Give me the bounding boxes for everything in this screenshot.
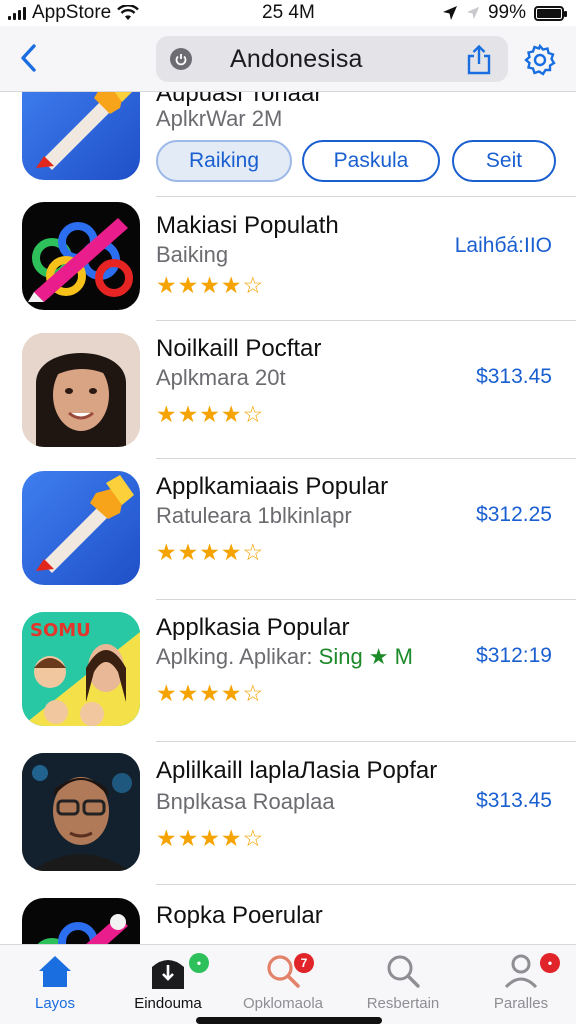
portrait-man-icon [22, 753, 140, 871]
tab-badge: • [189, 953, 209, 973]
page-title: Andonesisa [230, 44, 363, 73]
filter-chips: Raiking Paskula Seit [156, 140, 556, 182]
tab-label: Resbertain [366, 995, 440, 1012]
status-bar: AppStore 25 4M 99% [0, 0, 576, 26]
signal-icon [8, 6, 26, 20]
app-name: Noilkaill Pocftar [156, 335, 322, 362]
list-item[interactable]: SOMU Applkasia Popular Aplking. Aplikar:… [0, 600, 576, 742]
tab-badge: 7 [294, 953, 314, 973]
tab-layos[interactable]: Layos [0, 951, 110, 1017]
list-item[interactable]: Aplilkaill laplaЛasia Popfar Bnplkasa Ro… [0, 743, 576, 885]
brush-icon [22, 471, 140, 585]
share-icon [467, 44, 491, 75]
pen-rings-icon [22, 898, 140, 944]
tab-label: Paralles [493, 995, 549, 1012]
app-subtitle: Aplking. Aplikar: Sing ★ M [156, 644, 413, 670]
svg-text:SOMU: SOMU [30, 620, 91, 641]
star-rating: ★★★★☆ [156, 680, 265, 706]
app-list: Aupuasi Tonaar AplkrWar 2M Raiking Pasku… [0, 92, 576, 944]
cartoon-icon: SOMU [22, 612, 140, 726]
tab-resbertain[interactable]: Resbertain [348, 951, 458, 1017]
carrier-label: AppStore [32, 2, 112, 23]
title-pill[interactable]: Andonesisa [156, 36, 508, 82]
person-icon [504, 954, 538, 989]
app-price[interactable]: $312:19 [476, 644, 552, 668]
chip-popular[interactable]: Paskula [302, 140, 440, 182]
list-item[interactable]: Noilkaill Pocftar Aplkmara 20t ★★★★☆ $31… [0, 321, 576, 459]
home-indicator[interactable] [196, 1017, 382, 1024]
app-price[interactable]: $312.25 [476, 503, 552, 527]
app-subtitle: Bnplkasa Roaplaa [156, 789, 335, 814]
tab-bar: Layos • Eindouma 7 Opklomaola Resbertain… [0, 944, 576, 1024]
app-price[interactable]: $313.45 [476, 789, 552, 813]
divider [156, 884, 576, 885]
divider [156, 196, 576, 197]
status-time: 25 4M [262, 2, 315, 23]
location-faint-icon [466, 6, 480, 20]
app-name: Aplilkaill laplaЛasia Popfar [156, 757, 438, 784]
back-button[interactable] [14, 38, 44, 78]
gear-icon [524, 43, 556, 76]
star-rating: ★★★★☆ [156, 539, 265, 565]
portrait-woman-icon [22, 333, 140, 447]
app-subtitle: Ratuleara 1blkinlapr [156, 503, 352, 528]
battery-icon [534, 5, 567, 21]
download-icon [152, 960, 184, 989]
house-icon [39, 956, 71, 987]
app-price[interactable]: Laihбá:IIO [455, 234, 552, 258]
list-item[interactable]: Applkamiaais Popular Ratuleara 1blkinlap… [0, 459, 576, 600]
location-icon [442, 6, 457, 20]
list-item[interactable]: Aupuasi Tonaar AplkrWar 2M Raiking Pasku… [0, 92, 576, 197]
brush-icon [22, 92, 140, 180]
app-subtitle: Aplkmara 20t [156, 365, 286, 390]
search-icon [387, 955, 420, 988]
app-name: Applkamiaais Popular [156, 473, 389, 500]
chip-set[interactable]: Seit [452, 140, 556, 182]
battery-fill [537, 8, 561, 18]
tab-opklomaola[interactable]: 7 Opklomaola [228, 951, 338, 1017]
tab-label: Layos [34, 995, 76, 1012]
app-subtitle: Baiking [156, 242, 229, 267]
app-name: Ropka Poerular [156, 902, 323, 929]
pen-rings-icon [22, 202, 140, 310]
star-rating: ★★★★☆ [156, 401, 265, 427]
app-name: Applkasia Popular [156, 614, 350, 641]
app-name: Makiasi Populath [156, 212, 339, 239]
wifi-icon [117, 5, 140, 20]
settings-button[interactable] [522, 42, 558, 78]
star-rating: ★★★★☆ [156, 272, 265, 298]
list-item[interactable]: Makiasi Populath Baiking ★★★★☆ Laihбá:II… [0, 198, 576, 321]
share-button[interactable] [464, 44, 494, 76]
nav-bar: Andonesisa [0, 26, 576, 92]
tab-badge: • [540, 953, 560, 973]
chip-ranking[interactable]: Raiking [156, 140, 292, 182]
app-subtitle: AplkrWar 2M [156, 106, 283, 131]
app-subtitle-highlight: Sing ★ M [318, 644, 413, 669]
list-item[interactable]: Ropka Poerular [0, 886, 576, 944]
app-subtitle-text: Aplking. Aplikar: [156, 644, 319, 669]
app-price[interactable]: $313.45 [476, 365, 552, 389]
tab-eindouma[interactable]: • Eindouma [113, 951, 223, 1017]
chevron-left-icon [21, 44, 36, 72]
star-rating: ★★★★☆ [156, 825, 265, 851]
tab-label: Eindouma [134, 995, 202, 1012]
battery-percent: 99% [487, 2, 526, 23]
power-icon [170, 48, 192, 70]
tab-label: Opklomaola [242, 995, 324, 1012]
divider [156, 741, 576, 742]
tab-paralles[interactable]: • Paralles [466, 951, 576, 1017]
